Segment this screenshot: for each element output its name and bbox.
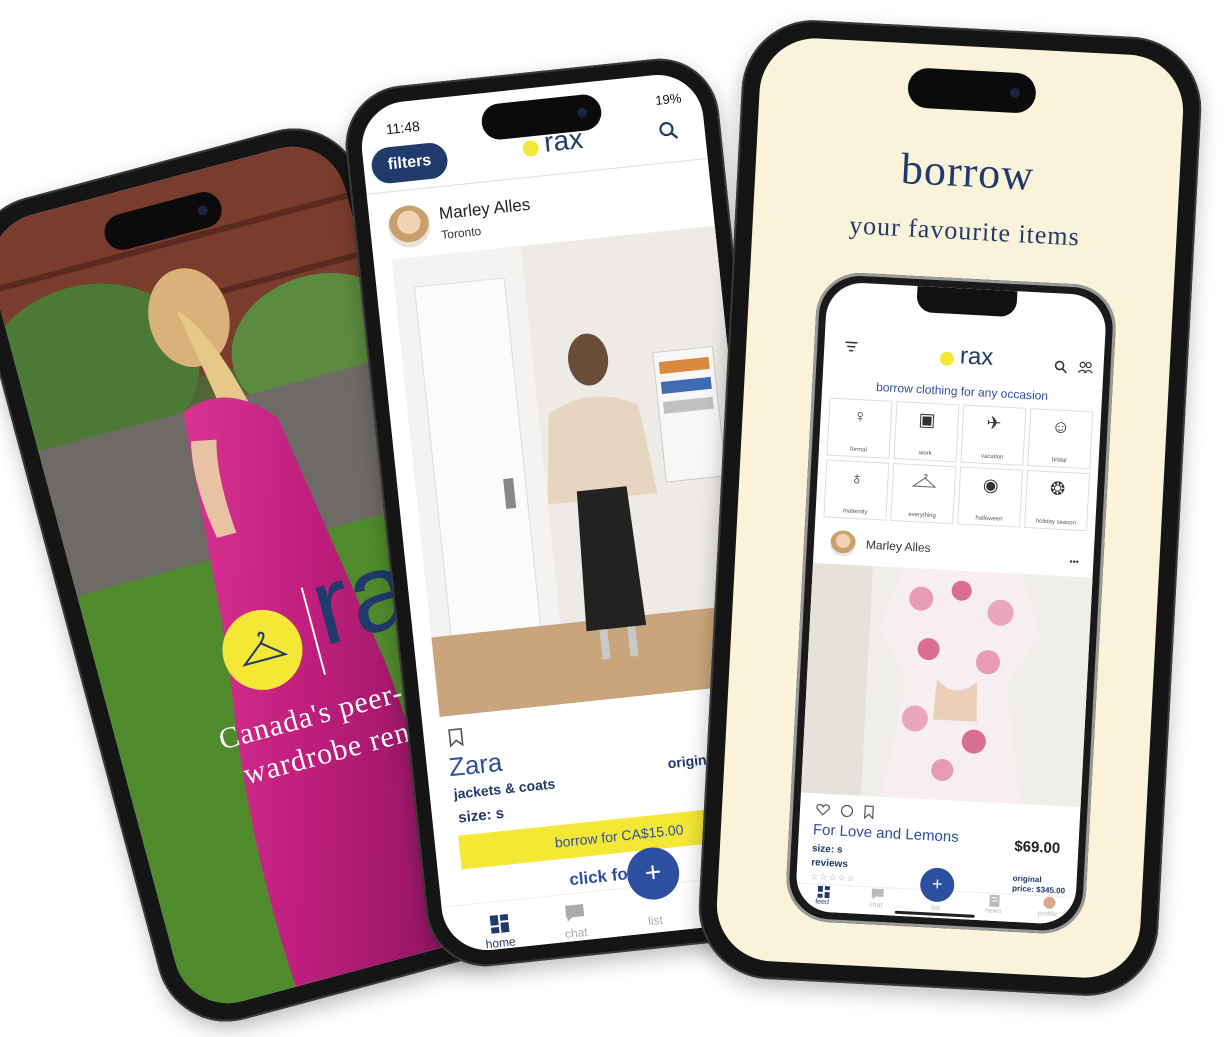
inner-chat-icon[interactable]: [871, 888, 884, 900]
dress-icon: ♀: [829, 405, 891, 429]
pumpkin-icon: ◉: [960, 474, 1022, 498]
inner-bookmark-icon[interactable]: [864, 805, 875, 820]
category-maternity[interactable]: ♁ maternity: [823, 459, 889, 520]
status-time: 11:48: [385, 118, 420, 137]
post-location: Toronto: [441, 224, 482, 242]
middle-logo-word: rax: [543, 123, 585, 159]
product-size: size: s: [457, 805, 504, 827]
right-phone-screen: borrow your favourite items rax: [714, 36, 1186, 981]
inner-product-size: size: s: [812, 843, 843, 856]
post-avatar[interactable]: [386, 203, 432, 249]
inner-product-reviews[interactable]: reviews: [811, 857, 848, 870]
right-headline: borrow: [755, 135, 1181, 208]
bride-icon: ☺: [1030, 415, 1092, 439]
inner-nav-profile[interactable]: profile: [1038, 910, 1057, 918]
nav-home-label[interactable]: home: [485, 934, 516, 951]
feed-icon[interactable]: [817, 886, 830, 899]
status-battery: 19%: [655, 90, 682, 108]
inner-phone-screen: rax borrow clothing for any occasion ♀ f…: [795, 281, 1108, 925]
category-everything[interactable]: everything: [890, 463, 956, 524]
category-grid: ♀ formal ▣ work ✈ vacation ☺ bridal: [823, 398, 1093, 532]
inner-product-brand: For Love and Lemons: [813, 821, 960, 846]
right-phone: borrow your favourite items rax: [695, 17, 1205, 1000]
wreath-icon: ❂: [1027, 477, 1089, 501]
chat-icon[interactable]: [564, 903, 586, 923]
inner-post-user-name[interactable]: Marley Alles: [866, 538, 931, 555]
briefcase-icon: ▣: [896, 408, 958, 432]
filters-button[interactable]: filters: [370, 141, 449, 185]
bookmark-icon[interactable]: [447, 727, 465, 749]
inner-product-price: $69.00: [1014, 838, 1061, 857]
more-options-icon[interactable]: •••: [1069, 556, 1079, 566]
inner-post-avatar[interactable]: [829, 530, 856, 557]
comment-icon[interactable]: [840, 804, 855, 819]
home-icon[interactable]: [489, 913, 511, 935]
inner-nav-feed[interactable]: feed: [815, 898, 829, 906]
inner-nav-news[interactable]: news: [985, 907, 1002, 915]
maternity-icon: ♁: [826, 467, 888, 491]
inner-phone: rax borrow clothing for any occasion ♀ f…: [784, 271, 1118, 936]
news-icon[interactable]: [989, 895, 1000, 908]
right-dynamic-island: [907, 67, 1037, 114]
category-vacation[interactable]: ✈ vacation: [960, 405, 1026, 466]
inner-nav-list[interactable]: list: [931, 905, 940, 912]
people-icon[interactable]: [1077, 360, 1094, 375]
category-work[interactable]: ▣ work: [893, 401, 959, 462]
nav-chat-label[interactable]: chat: [564, 925, 588, 941]
inner-product-photo[interactable]: [801, 563, 1107, 808]
product-photo[interactable]: [392, 225, 768, 717]
product-brand: Zara: [447, 747, 503, 783]
inner-search-icon[interactable]: [1053, 359, 1068, 374]
category-bridal[interactable]: ☺ bridal: [1027, 408, 1093, 469]
plane-icon: ✈: [963, 412, 1025, 436]
details-link-left[interactable]: click fo: [568, 864, 628, 890]
hanger-icon: [911, 473, 938, 490]
filter-menu-icon[interactable]: [844, 340, 859, 353]
inner-logo-word: rax: [959, 342, 994, 372]
inner-original-label: original: [1012, 874, 1041, 884]
post-user-name[interactable]: Marley Alles: [438, 195, 531, 224]
middle-logo-dot: [522, 140, 540, 158]
heart-icon[interactable]: [816, 803, 831, 816]
hanger-icon: [233, 624, 292, 676]
search-icon[interactable]: [657, 119, 681, 143]
inner-notch: [916, 286, 1017, 317]
category-halloween[interactable]: ◉ halloween: [957, 466, 1023, 527]
category-holiday-season[interactable]: ❂ holiday season: [1024, 470, 1090, 531]
inner-logo-dot: [939, 351, 954, 366]
nav-list-label[interactable]: list: [647, 913, 663, 928]
right-subheadline: your favourite items: [752, 205, 1177, 257]
inner-nav-chat[interactable]: chat: [869, 901, 883, 909]
category-formal[interactable]: ♀ formal: [827, 398, 893, 459]
middle-dynamic-island: [480, 93, 603, 141]
